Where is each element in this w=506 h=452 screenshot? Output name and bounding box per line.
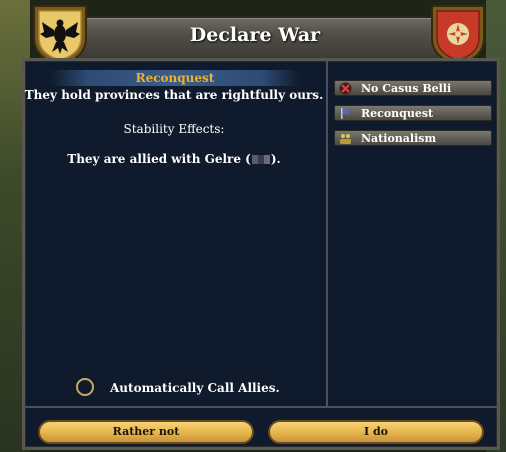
stability-effects-label: Stability Effects:: [123, 122, 225, 136]
rather-not-button[interactable]: Rather not: [38, 420, 254, 444]
cb-item-label: Reconquest: [361, 107, 434, 120]
panel-divider-vertical: [326, 60, 328, 407]
cb-item-label: No Casus Belli: [361, 82, 452, 95]
title-banner: Declare War: [40, 16, 470, 60]
call-allies-label: Automatically Call Allies.: [110, 381, 280, 395]
cross-icon: [339, 82, 352, 95]
alliance-suffix: ).: [270, 152, 281, 166]
cb-item-label: Nationalism: [361, 132, 437, 145]
cb-item-no-casus-belli[interactable]: No Casus Belli: [334, 80, 492, 96]
call-allies-checkbox[interactable]: [76, 378, 94, 396]
cb-item-nationalism[interactable]: Nationalism: [334, 130, 492, 146]
alliance-prefix: They are allied with Gelre (: [67, 152, 251, 166]
banner-icon: [341, 108, 350, 119]
cb-item-reconquest[interactable]: Reconquest: [334, 105, 492, 121]
dialog-title: Declare War: [189, 24, 321, 46]
casus-belli-description: They hold provinces that are rightfully …: [24, 88, 324, 102]
i-do-button[interactable]: I do: [268, 420, 484, 444]
crowd-icon: [340, 134, 351, 144]
panel-divider-horizontal: [24, 406, 498, 408]
gelre-flag-icon: [251, 155, 270, 164]
casus-belli-title: Reconquest: [135, 71, 215, 85]
alliance-info: They are allied with Gelre ().: [24, 152, 324, 166]
